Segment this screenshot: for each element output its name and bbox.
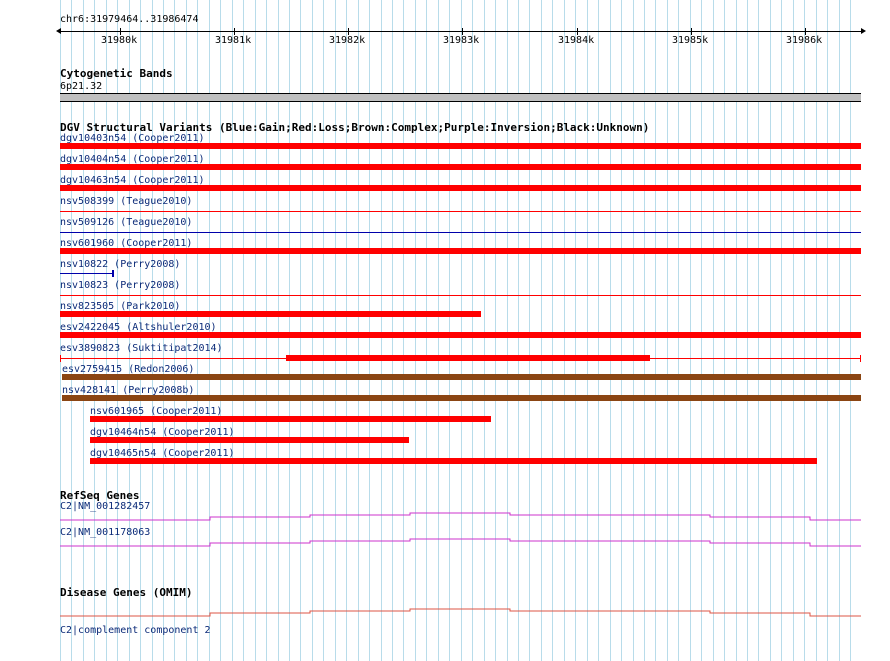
dgv-variant-label[interactable]: nsv509126 (Teague2010) xyxy=(60,217,192,229)
omim-gene-feature[interactable] xyxy=(0,606,890,620)
ruler-axis[interactable] xyxy=(60,31,861,32)
dgv-variant-bar[interactable] xyxy=(62,395,861,401)
dgv-variant-bar[interactable] xyxy=(60,185,861,191)
omim-track-title: Disease Genes (OMIM) xyxy=(60,586,193,599)
dgv-variant-bar[interactable] xyxy=(60,232,861,233)
ruler-tick-label: 31986k xyxy=(786,35,823,46)
ruler-tick-label: 31985k xyxy=(672,35,709,46)
dgv-variant-bar[interactable] xyxy=(90,458,817,464)
dgv-variant-bar[interactable] xyxy=(60,211,861,212)
ruler-tick xyxy=(462,28,463,35)
refseq-gene-feature[interactable] xyxy=(0,510,890,524)
dgv-variant-endcap xyxy=(60,355,61,362)
ruler-right-arrow-icon[interactable] xyxy=(861,28,866,34)
dgv-variant-bar[interactable] xyxy=(60,311,481,317)
ruler-tick-label: 31983k xyxy=(443,35,480,46)
dgv-variant-bar[interactable] xyxy=(62,374,861,380)
dgv-variant-label[interactable]: nsv10822 (Perry2008) xyxy=(60,259,180,271)
dgv-variant-bar[interactable] xyxy=(90,437,409,443)
dgv-variant-bar[interactable] xyxy=(60,143,861,149)
ruler-tick xyxy=(348,28,349,35)
dgv-variant-bar[interactable] xyxy=(60,295,861,296)
ruler-left-arrow-icon[interactable] xyxy=(56,28,61,34)
dgv-variant-label[interactable]: nsv508399 (Teague2010) xyxy=(60,196,192,208)
ruler-tick-label: 31980k xyxy=(101,35,138,46)
refseq-gene-feature[interactable] xyxy=(0,536,890,550)
ruler-tick xyxy=(805,28,806,35)
dgv-variant-bar-core[interactable] xyxy=(286,355,650,361)
dgv-variant-endcap xyxy=(112,270,114,277)
ruler-tick xyxy=(234,28,235,35)
dgv-variant-bar[interactable] xyxy=(60,273,112,274)
ruler-position-label: chr6:31979464..31986474 xyxy=(60,14,199,25)
dgv-variant-bar[interactable] xyxy=(90,416,491,422)
dgv-variant-endcap xyxy=(860,355,861,362)
dgv-variant-bar[interactable] xyxy=(60,164,861,170)
cyto-band-label: 6p21.32 xyxy=(60,81,103,92)
dgv-variant-label[interactable]: nsv10823 (Perry2008) xyxy=(60,280,180,292)
ruler-tick-label: 31982k xyxy=(329,35,366,46)
cyto-track-title: Cytogenetic Bands xyxy=(60,67,173,80)
dgv-variant-bar[interactable] xyxy=(60,248,861,254)
dgv-variant-bar[interactable] xyxy=(60,332,861,338)
ruler-tick-label: 31984k xyxy=(558,35,595,46)
ruler-tick xyxy=(691,28,692,35)
omim-gene-label[interactable]: C2|complement component 2 xyxy=(60,625,211,637)
ruler-tick xyxy=(577,28,578,35)
ruler-tick-label: 31981k xyxy=(215,35,252,46)
cyto-band-bar[interactable] xyxy=(60,93,861,102)
dgv-variant-label[interactable]: esv3890823 (Suktitipat2014) xyxy=(60,343,223,355)
ruler-tick xyxy=(120,28,121,35)
